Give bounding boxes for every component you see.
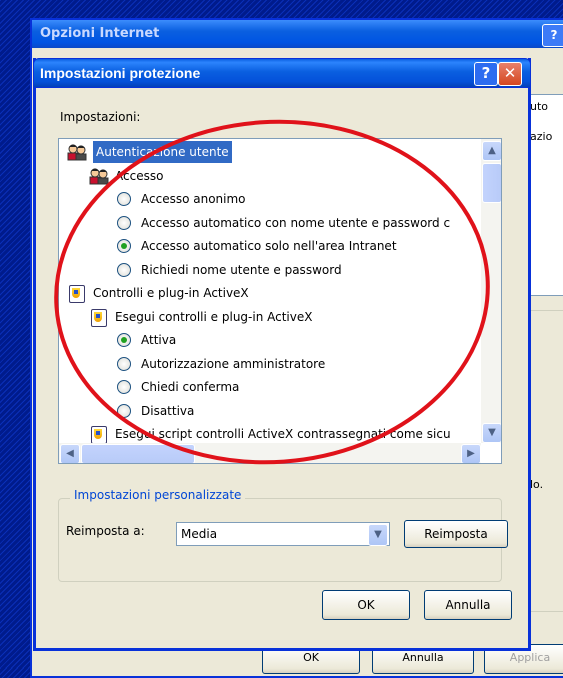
reset-button[interactable]: Reimposta — [404, 520, 508, 548]
close-icon[interactable]: ✕ — [498, 62, 522, 86]
tree-row-label: Controlli e plug-in ActiveX — [93, 286, 249, 300]
reset-level-value: Media — [181, 527, 218, 541]
security-settings-dialog: Impostazioni protezione ? ✕ Impostazioni… — [33, 58, 531, 651]
back-text-fragment: lo. — [530, 478, 544, 491]
tree-row-label: Accesso automatico con nome utente e pas… — [141, 215, 451, 230]
radio-button[interactable] — [117, 333, 131, 347]
radio-button[interactable] — [117, 262, 131, 277]
back-help-icon[interactable]: ? — [542, 24, 563, 47]
back-title-bar: Opzioni Internet ? — [32, 20, 563, 48]
shield-icon — [91, 308, 107, 327]
cancel-button[interactable]: Annulla — [424, 590, 512, 620]
scroll-right-icon[interactable]: ▶ — [461, 444, 481, 463]
tree-row-label: Chiedi conferma — [141, 380, 240, 394]
radio-button[interactable] — [117, 356, 131, 371]
dialog-title-bar[interactable]: Impostazioni protezione ? ✕ — [33, 58, 531, 88]
tree-row-label: Disattiva — [141, 403, 195, 418]
tree-row[interactable]: Esegui controlli e plug-in ActiveX — [59, 306, 479, 328]
vertical-scroll-thumb[interactable] — [482, 163, 501, 203]
tree-row[interactable]: Accesso anonimo — [59, 188, 479, 210]
help-icon[interactable]: ? — [474, 62, 498, 86]
tree-row[interactable]: Richiedi nome utente e password — [59, 259, 479, 281]
reset-to-label: Reimposta a: — [66, 524, 145, 538]
tree-row-label: Accesso automatico solo nell'area Intran… — [141, 239, 397, 253]
tree-row[interactable]: Disattiva — [59, 400, 479, 422]
radio-button[interactable] — [117, 192, 131, 206]
tree-row[interactable]: Chiedi conferma — [59, 376, 479, 398]
tree-row-label: Autorizzazione amministratore — [141, 356, 326, 371]
tree-row[interactable]: Accesso automatico con nome utente e pas… — [59, 212, 479, 234]
shield-icon — [69, 285, 85, 303]
tree-row[interactable]: Esegui script controlli ActiveX contrass… — [59, 423, 479, 445]
tree-row[interactable]: Autenticazione utente — [59, 141, 479, 163]
radio-button[interactable] — [117, 403, 131, 418]
tree-row-label: Autenticazione utente — [93, 141, 232, 163]
back-group-box — [528, 310, 563, 612]
settings-label: Impostazioni: — [60, 110, 141, 124]
tree-row[interactable]: Accesso — [59, 165, 479, 187]
radio-button[interactable] — [117, 380, 131, 394]
users-icon — [67, 143, 87, 161]
back-window-title: Opzioni Internet — [40, 26, 160, 41]
scroll-left-icon[interactable]: ◀ — [60, 444, 80, 463]
radio-button[interactable] — [117, 215, 131, 230]
users-icon — [89, 167, 109, 185]
tree-row-label: Accesso anonimo — [141, 192, 246, 206]
tree-row[interactable]: Autorizzazione amministratore — [59, 353, 479, 375]
reset-level-select[interactable]: Media ▼ — [176, 522, 390, 546]
scroll-down-icon[interactable]: ▼ — [482, 423, 501, 443]
shield-icon — [91, 426, 107, 444]
back-panel-top — [528, 94, 563, 296]
tree-row-label: Esegui controlli e plug-in ActiveX — [115, 309, 313, 324]
tree-row-label: Esegui script controlli ActiveX contrass… — [115, 427, 451, 441]
horizontal-scroll-thumb[interactable] — [81, 444, 195, 463]
tree-row-label: Accesso — [115, 168, 164, 183]
tree-row[interactable]: Controlli e plug-in ActiveX — [59, 282, 479, 304]
horizontal-scrollbar[interactable]: ◀ ▶ — [59, 443, 481, 463]
dialog-title: Impostazioni protezione — [40, 65, 201, 81]
tree-row[interactable]: Accesso automatico solo nell'area Intran… — [59, 235, 479, 257]
custom-settings-title: Impostazioni personalizzate — [70, 488, 246, 502]
scroll-up-icon[interactable]: ▲ — [482, 141, 501, 161]
vertical-scrollbar[interactable]: ▲ ▼ — [481, 139, 501, 443]
tree-row-label: Attiva — [141, 333, 177, 347]
back-text-fragment: uto — [530, 100, 549, 113]
back-text-fragment: azio — [530, 130, 553, 143]
tree-row-label: Richiedi nome utente e password — [141, 262, 342, 277]
settings-tree[interactable]: Autenticazione utente Accesso Accesso anon… — [58, 138, 502, 464]
radio-button[interactable] — [117, 239, 131, 253]
tree-row[interactable]: Attiva — [59, 329, 479, 351]
chevron-down-icon[interactable]: ▼ — [368, 524, 388, 546]
ok-button[interactable]: OK — [322, 590, 410, 620]
